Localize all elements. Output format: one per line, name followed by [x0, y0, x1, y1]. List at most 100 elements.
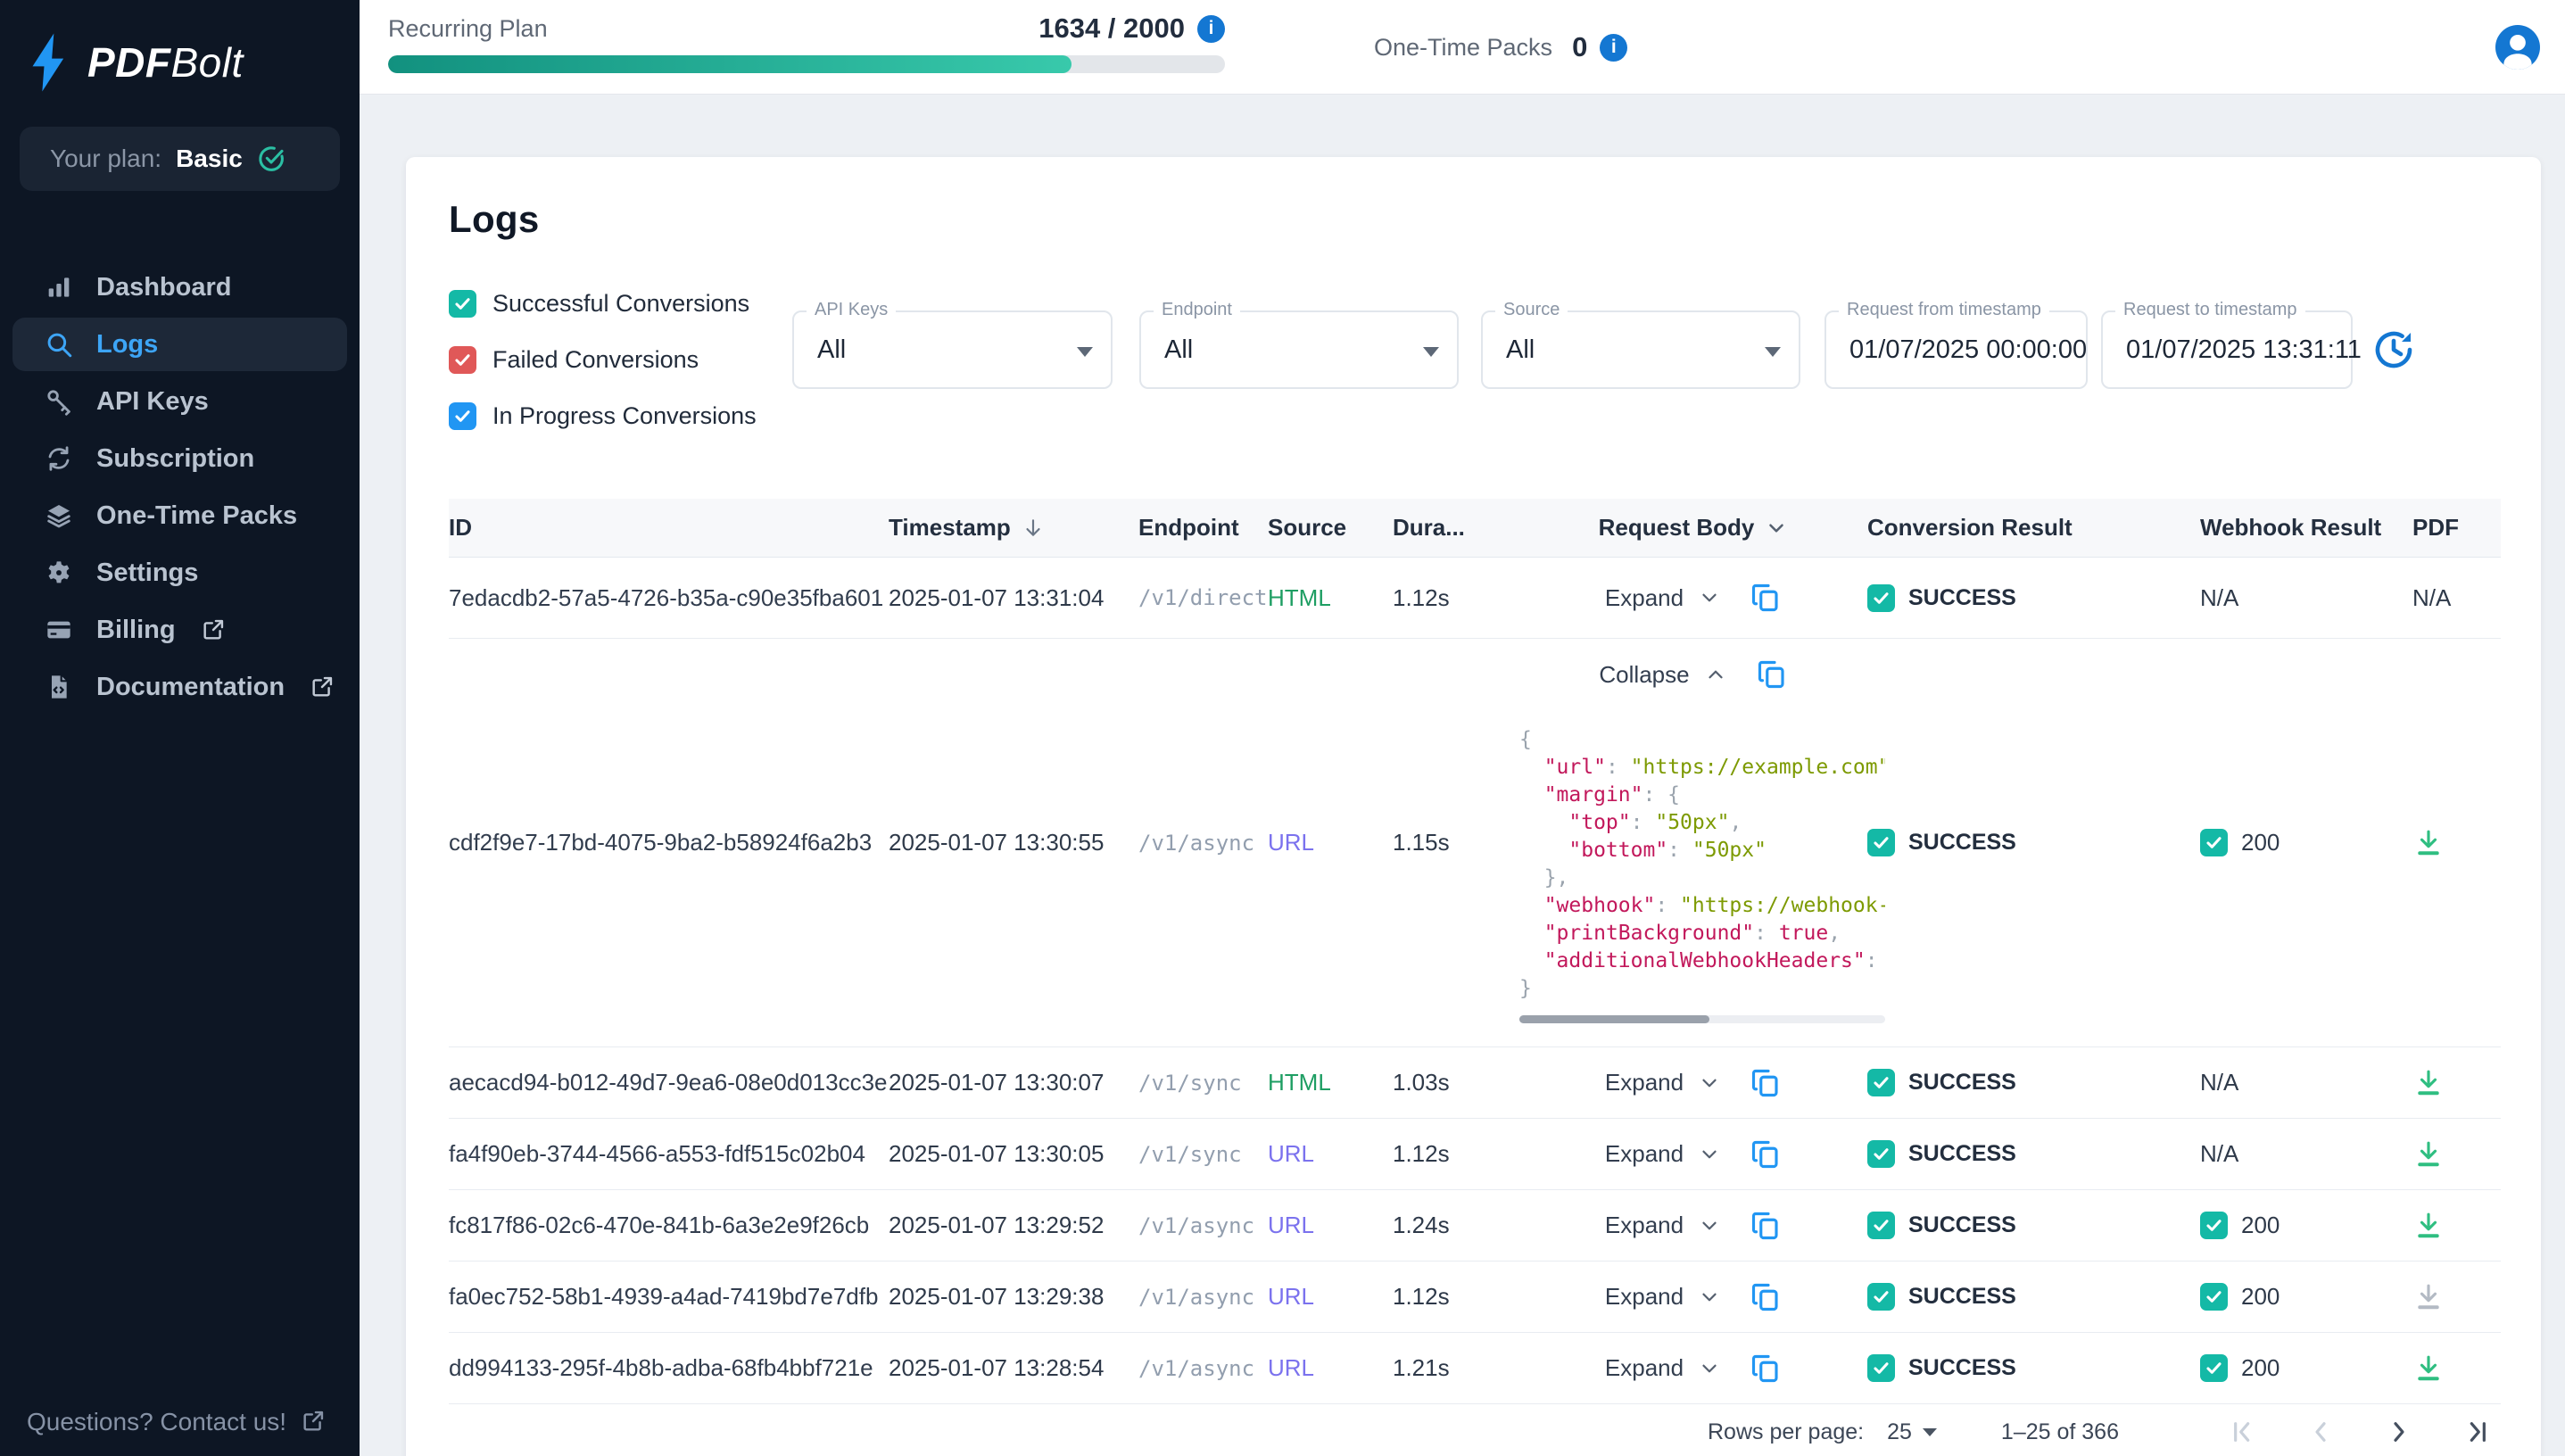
last-page-button[interactable] — [2463, 1418, 2492, 1446]
filter-select-source[interactable]: SourceAll — [1481, 310, 1800, 389]
sidebar-item-api-keys[interactable]: API Keys — [12, 375, 347, 428]
success-check-icon — [1867, 1283, 1895, 1311]
col-header-request-body[interactable]: Request Body — [1519, 514, 1867, 542]
filter-fields: API KeysAll EndpointAll SourceAll Request f… — [792, 310, 2415, 454]
field-value: 01/07/2025 13:31:11 — [2103, 312, 2351, 387]
rows-per-page-value: 25 — [1887, 1419, 1912, 1445]
sidebar-item-dashboard[interactable]: Dashboard — [12, 261, 347, 314]
next-page-button[interactable] — [2385, 1418, 2413, 1446]
conversion-status-label: SUCCESS — [1908, 830, 2016, 856]
field-label: Source — [1495, 300, 1568, 320]
conversion-status-label: SUCCESS — [1908, 1212, 2016, 1238]
cell-id: aecacd94-b012-49d7-9ea6-08e0d013cc3e — [449, 1069, 889, 1096]
filter-checkbox-failed[interactable]: Failed Conversions — [449, 342, 792, 377]
sidebar-item-billing[interactable]: Billing — [12, 603, 347, 657]
expand-button[interactable]: Expand — [1605, 1283, 1684, 1311]
filter-input-request-from-timestamp[interactable]: Request from timestamp01/07/2025 00:00:0… — [1824, 310, 2088, 389]
filter-input-request-to-timestamp[interactable]: Request to timestamp01/07/2025 13:31:11 — [2101, 310, 2353, 389]
caret-down-icon — [1923, 1428, 1937, 1436]
sidebar-item-documentation[interactable]: Documentation — [12, 660, 347, 714]
expand-button[interactable]: Expand — [1605, 1212, 1684, 1239]
sidebar-item-logs[interactable]: Logs — [12, 318, 347, 371]
cell-request-body-expanded: Collapse{ "url": "https://example.com", … — [1519, 639, 1867, 1046]
caret-down-icon — [1423, 347, 1439, 357]
filter-checkbox-in[interactable]: In Progress Conversions — [449, 398, 792, 434]
request-body-json-viewer: { "url": "https://example.com", "margin"… — [1519, 726, 1885, 1023]
filters-row: Successful Conversions Failed Conversions… — [449, 284, 2501, 454]
conversion-status-label: SUCCESS — [1908, 1070, 2016, 1096]
recurring-plan-label: Recurring Plan — [388, 15, 548, 43]
sidebar-item-subscription[interactable]: Subscription — [12, 432, 347, 485]
download-pdf-icon[interactable] — [2412, 1067, 2445, 1099]
cell-request-body: Expand — [1519, 582, 1867, 614]
refresh-timestamps-button[interactable] — [2372, 328, 2415, 371]
filter-select-endpoint[interactable]: EndpointAll — [1139, 310, 1459, 389]
info-icon[interactable]: i — [1600, 34, 1627, 62]
copy-icon[interactable] — [1750, 1138, 1782, 1171]
copy-icon[interactable] — [1750, 1353, 1782, 1385]
contact-link[interactable]: Questions? Contact us! — [27, 1408, 327, 1436]
cell-duration: 1.24s — [1393, 1212, 1519, 1239]
caret-down-icon — [1765, 347, 1781, 357]
copy-icon[interactable] — [1750, 1281, 1782, 1313]
recurring-plan-value: 1634 / 2000 — [1038, 12, 1185, 45]
brand-name-light: Bolt — [171, 39, 244, 86]
download-pdf-icon[interactable] — [2412, 1353, 2445, 1385]
checkbox-checked-icon — [449, 290, 476, 318]
filter-checkbox-successful[interactable]: Successful Conversions — [449, 285, 792, 321]
conversion-status-label: SUCCESS — [1908, 1141, 2016, 1167]
sidebar-item-settings[interactable]: Settings — [12, 546, 347, 600]
table-row: dd994133-295f-4b8b-adba-68fb4bbf721e2025… — [449, 1333, 2501, 1404]
expand-button[interactable]: Expand — [1605, 584, 1684, 612]
sidebar: PDFBolt Your plan: Basic DashboardLogsAP… — [0, 0, 360, 1456]
contact-label: Questions? Contact us! — [27, 1408, 286, 1436]
rows-per-page-select[interactable]: 25 — [1887, 1419, 1937, 1445]
copy-icon[interactable] — [1756, 658, 1788, 691]
user-avatar[interactable] — [2495, 25, 2540, 70]
expand-button[interactable]: Expand — [1605, 1354, 1684, 1382]
cell-id: cdf2f9e7-17bd-4075-9ba2-b58924f6a2b3 — [449, 829, 889, 856]
download-pdf-icon[interactable] — [2412, 827, 2445, 859]
refresh-icon — [43, 443, 75, 475]
logs-table: ID Timestamp Endpoint Source Dura... Req… — [449, 499, 2501, 1456]
col-header-conversion-result: Conversion Result — [1867, 514, 2200, 542]
json-horizontal-scrollbar[interactable] — [1519, 1015, 1885, 1023]
col-header-endpoint: Endpoint — [1138, 514, 1268, 542]
info-icon[interactable]: i — [1197, 15, 1225, 43]
webhook-status-code: 200 — [2241, 1354, 2280, 1382]
sidebar-nav: DashboardLogs API Keys SubscriptionOne-Tim… — [0, 261, 360, 714]
copy-icon[interactable] — [1750, 1210, 1782, 1242]
external-link-icon — [301, 1409, 327, 1435]
cell-webhook-result: 200 — [2200, 1283, 2412, 1311]
scrollbar-thumb[interactable] — [1519, 1015, 1709, 1023]
credit-card-icon — [43, 614, 75, 646]
cell-webhook-result: N/A — [2200, 584, 2412, 612]
download-pdf-icon[interactable] — [2412, 1138, 2445, 1171]
expand-button[interactable]: Expand — [1605, 1069, 1684, 1096]
filter-select-api-keys[interactable]: API KeysAll — [792, 310, 1113, 389]
table-row: aecacd94-b012-49d7-9ea6-08e0d013cc3e2025… — [449, 1047, 2501, 1119]
sidebar-item-one-time-packs[interactable]: One-Time Packs — [12, 489, 347, 542]
copy-icon[interactable] — [1750, 582, 1782, 614]
copy-icon[interactable] — [1750, 1067, 1782, 1099]
field-label: API Keys — [807, 300, 896, 320]
success-check-icon — [1867, 1354, 1895, 1382]
collapse-control[interactable]: Collapse — [1599, 658, 1787, 691]
col-header-timestamp[interactable]: Timestamp — [889, 514, 1138, 542]
col-header-id: ID — [449, 514, 889, 542]
pdf-na-label: N/A — [2412, 584, 2451, 612]
success-check-icon — [1867, 829, 1895, 856]
conversion-type-filters: Successful Conversions Failed Conversions… — [449, 284, 792, 454]
download-pdf-icon[interactable] — [2412, 1210, 2445, 1242]
webhook-status-code: 200 — [2241, 829, 2280, 856]
expand-button[interactable]: Expand — [1605, 1140, 1684, 1168]
cell-source: URL — [1268, 1140, 1393, 1168]
success-check-icon — [1867, 1140, 1895, 1168]
plan-value: Basic — [176, 145, 243, 173]
cell-source: URL — [1268, 829, 1393, 856]
sidebar-item-label: Documentation — [96, 673, 285, 702]
cell-id: dd994133-295f-4b8b-adba-68fb4bbf721e — [449, 1354, 889, 1382]
success-check-icon — [1867, 1212, 1895, 1239]
external-link-icon — [310, 674, 335, 699]
sidebar-item-label: API Keys — [96, 387, 209, 417]
